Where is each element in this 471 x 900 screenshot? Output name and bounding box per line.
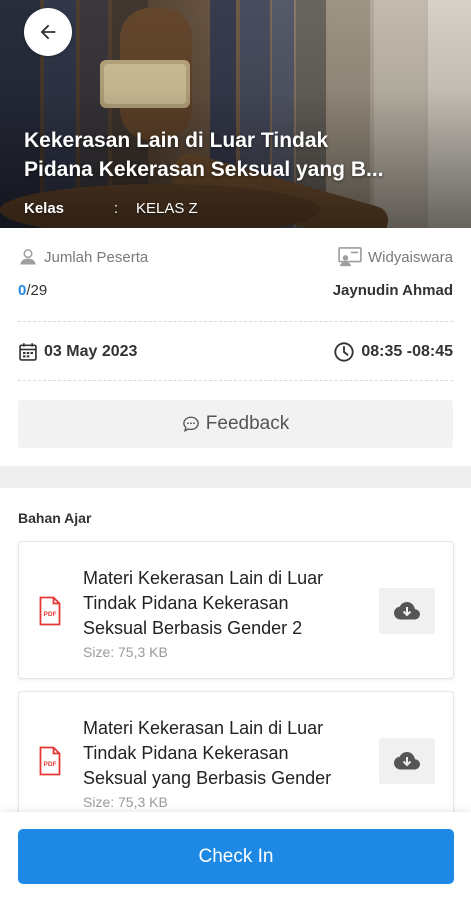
session-detail-screen: Kekerasan Lain di Luar Tindak Pidana Kek… — [0, 0, 471, 900]
material-name-line: Seksual yang Berbasis Gender — [83, 768, 332, 788]
material-text: Materi Kekerasan Lain di Luar Tindak Pid… — [83, 716, 371, 810]
info-labels-row: Jumlah Peserta Widyaiswara — [18, 246, 453, 268]
cloud-download-icon — [394, 602, 420, 620]
clock-icon — [334, 342, 354, 362]
material-name-line: Tindak Pidana Kekerasan — [83, 593, 289, 613]
presentation-board-icon — [338, 247, 362, 267]
schedule-row: 03 May 2023 08:35 -08:45 — [18, 340, 453, 364]
material-name: Materi Kekerasan Lain di Luar Tindak Pid… — [83, 566, 371, 641]
session-date: 03 May 2023 — [44, 343, 138, 360]
participants-label: Jumlah Peserta — [44, 248, 149, 266]
participants-total: /29 — [26, 282, 48, 299]
class-value: KELAS Z — [136, 200, 198, 217]
material-size: Size: 75,3 KB — [83, 644, 168, 660]
check-in-button[interactable]: Check In — [18, 829, 454, 884]
class-separator: : — [114, 200, 119, 217]
trainer-label: Widyaiswara — [367, 248, 453, 266]
participants-label-group: Jumlah Peserta — [18, 247, 148, 267]
back-button[interactable] — [24, 8, 72, 56]
date-group: 03 May 2023 — [18, 342, 137, 362]
feedback-label: Feedback — [205, 413, 290, 434]
chat-bubble-icon — [182, 416, 199, 433]
material-name-line: Materi Kekerasan Lain di Luar — [83, 568, 324, 588]
trainer-label-group: Widyaiswara — [338, 247, 453, 267]
trainer-name: Jaynudin Ahmad — [332, 282, 453, 299]
divider — [18, 380, 453, 381]
material-item[interactable]: PDF Materi Kekerasan Lain di Luar Tindak… — [18, 541, 454, 679]
session-time: 08:35 -08:45 — [361, 343, 453, 360]
calendar-icon — [19, 343, 37, 361]
session-info-card: Jumlah Peserta Widyaiswara 0/29 Jaynudin… — [0, 228, 471, 466]
material-text: Materi Kekerasan Lain di Luar Tindak Pid… — [83, 566, 371, 660]
pdf-file-icon: PDF — [39, 746, 61, 776]
feedback-button[interactable]: Feedback — [18, 400, 453, 448]
info-values-row: 0/29 Jaynudin Ahmad — [18, 282, 453, 299]
material-name: Materi Kekerasan Lain di Luar Tindak Pid… — [83, 716, 371, 791]
material-name-line: Tindak Pidana Kekerasan — [83, 743, 289, 763]
material-name-line: Materi Kekerasan Lain di Luar — [83, 718, 324, 738]
class-label: Kelas — [24, 200, 65, 217]
person-icon — [20, 249, 36, 265]
time-group: 08:35 -08:45 — [333, 341, 453, 363]
download-button[interactable] — [379, 738, 435, 784]
section-title: Bahan Ajar — [18, 510, 92, 526]
participants-count: 0/29 — [18, 282, 47, 299]
material-size: Size: 75,3 KB — [83, 794, 168, 810]
svg-text:PDF: PDF — [44, 611, 57, 618]
svg-text:PDF: PDF — [44, 761, 57, 768]
session-title-line-1: Kekerasan Lain di Luar Tindak — [24, 129, 329, 152]
cloud-download-icon — [394, 752, 420, 770]
material-name-line: Seksual Berbasis Gender 2 — [83, 618, 303, 638]
session-title-line-2: Pidana Kekerasan Seksual yang B... — [24, 158, 384, 181]
hero-banner: Kekerasan Lain di Luar Tindak Pidana Kek… — [0, 0, 471, 228]
arrow-left-icon — [40, 24, 56, 40]
pdf-file-icon: PDF — [39, 596, 61, 626]
bottom-action-bar: Check In — [0, 812, 471, 900]
session-title: Kekerasan Lain di Luar Tindak Pidana Kek… — [24, 126, 434, 184]
material-item[interactable]: PDF Materi Kekerasan Lain di Luar Tindak… — [18, 691, 454, 829]
divider — [18, 321, 453, 322]
download-button[interactable] — [379, 588, 435, 634]
class-info: Kelas : KELAS Z — [24, 200, 198, 217]
